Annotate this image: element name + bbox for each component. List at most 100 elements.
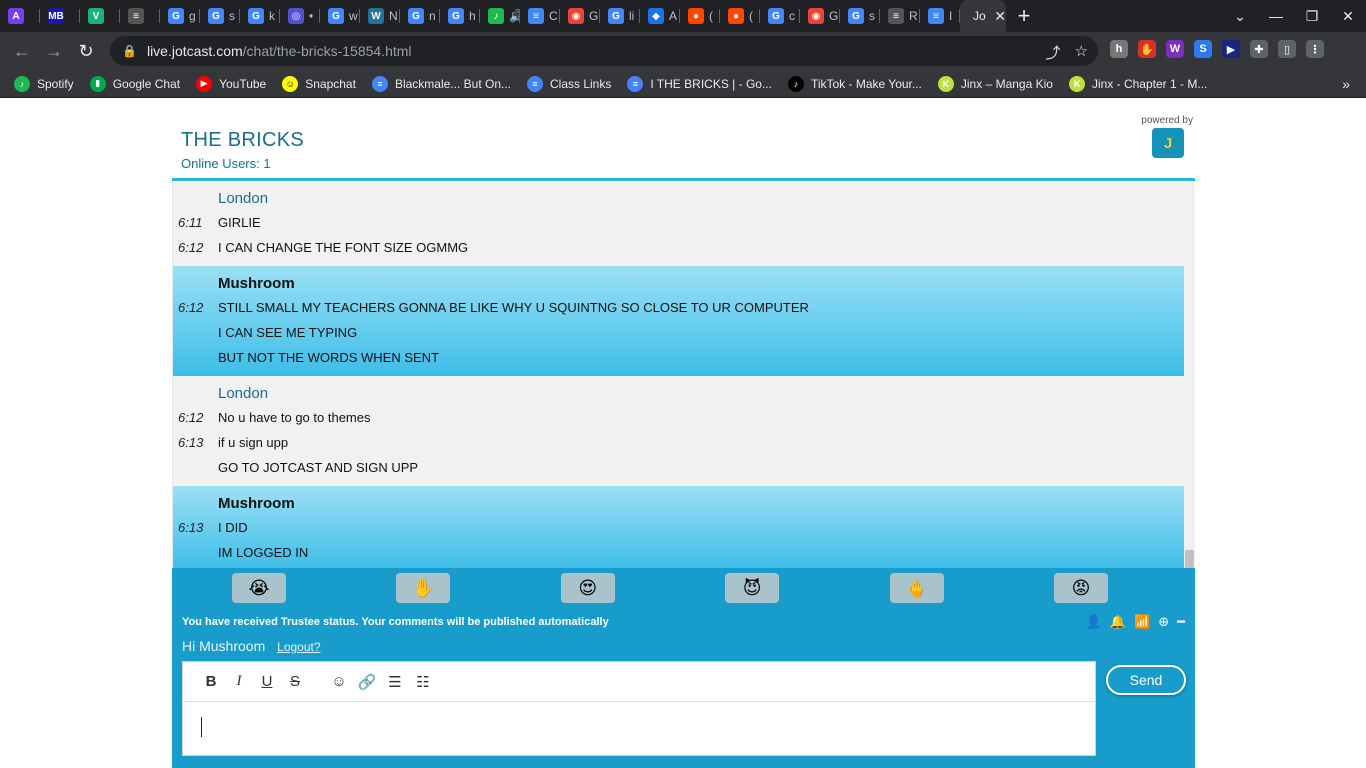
bookmarks-overflow-button[interactable]: » — [1342, 76, 1350, 92]
browser-tab[interactable]: Gs — [840, 0, 880, 32]
italic-button[interactable]: I — [225, 673, 253, 690]
extension-icon[interactable]: W — [1166, 40, 1184, 58]
browser-tab[interactable]: MB — [40, 0, 80, 32]
bookmark-item[interactable]: ▶ YouTube — [196, 75, 266, 92]
browser-tab[interactable]: ◉ G — [800, 0, 840, 32]
browser-tab[interactable]: ≡ R — [880, 0, 920, 32]
browser-tab[interactable]: Gc — [760, 0, 800, 32]
tab-favicon-icon: A — [8, 8, 24, 24]
browser-tab[interactable]: A — [0, 0, 40, 32]
browser-tab-strip: A MB V ≡ Gg Gs Gk ◎ • Gw W N Gn Gh ♪ 🔊 ≡ C ◉ G Gli ◆ A ●(●(Gc ◉ G… — [0, 0, 1366, 32]
bookmark-item[interactable]: K Jinx - Chapter 1 - M... — [1068, 75, 1207, 92]
extension-icon[interactable]: ▯ — [1278, 40, 1296, 58]
quick-emoji-button[interactable]: 😈 — [725, 573, 780, 603]
message-author[interactable]: London — [218, 188, 1185, 210]
message-text: I CAN SEE ME TYPING — [218, 325, 358, 340]
logout-link[interactable]: Logout? — [277, 640, 320, 654]
browser-tab[interactable]: Gw — [320, 0, 360, 32]
quick-emoji-row: 😭 ✋ 😍 😈 🖕 😡 — [172, 573, 1195, 603]
jotcast-logo[interactable]: J — [1152, 128, 1184, 158]
reload-button[interactable]: ↻ — [70, 41, 102, 62]
upload-icon[interactable]: ⊕ — [1158, 614, 1169, 630]
quick-emoji-button[interactable]: 😍 — [560, 573, 615, 603]
user-icon[interactable]: 👤 — [1086, 614, 1102, 630]
message-time: 6:13 — [178, 520, 204, 535]
close-window-button[interactable]: ✕ — [1330, 8, 1366, 25]
strikethrough-button[interactable]: S — [281, 673, 309, 690]
scrollbar-thumb[interactable] — [1185, 550, 1194, 568]
bullet-list-icon[interactable]: ☷ — [409, 673, 437, 691]
tab-favicon-icon: ◉ — [568, 8, 584, 24]
bookmark-favicon-icon: ♪ — [787, 75, 804, 92]
browser-tab[interactable]: Gg — [160, 0, 200, 32]
browser-tab[interactable]: ●( — [720, 0, 760, 32]
address-bar[interactable]: 🔒 live.jotcast.com/chat/the-bricks-15854… — [110, 36, 1098, 66]
quick-emoji-button[interactable]: 🖕 — [889, 573, 944, 603]
underline-button[interactable]: U — [253, 673, 281, 690]
bookmark-item[interactable]: ☺ Snapchat — [282, 75, 356, 92]
bookmark-item[interactable]: K Jinx – Manga Kio — [937, 75, 1053, 92]
link-icon[interactable]: 🔗 — [353, 673, 381, 691]
browser-tab[interactable]: Gn — [400, 0, 440, 32]
active-tab[interactable]: Jo ✕ — [960, 0, 1006, 32]
message-scrollbar[interactable] — [1184, 181, 1195, 568]
close-tab-icon[interactable]: ✕ — [994, 8, 1006, 25]
tab-search-icon[interactable]: ⌄ — [1222, 8, 1258, 25]
extension-icon[interactable]: ✋ — [1138, 40, 1156, 58]
bold-button[interactable]: B — [197, 673, 225, 690]
message-list[interactable]: London 6:11 GIRLIE 6:12 I CAN CHANGE THE FON… — [172, 181, 1195, 568]
bookmark-item[interactable]: ▮ Google Chat — [89, 75, 180, 92]
share-icon[interactable]: ⤴ — [1046, 42, 1061, 63]
tab-favicon-icon: ◎ — [288, 8, 304, 24]
message-author[interactable]: Mushroom — [218, 493, 1185, 515]
new-tab-button[interactable]: + — [1006, 3, 1042, 29]
quick-emoji-button[interactable]: 😡 — [1053, 573, 1108, 603]
browser-tab[interactable]: Gli — [600, 0, 640, 32]
extension-icon[interactable]: h — [1110, 40, 1128, 58]
quick-emoji-button[interactable]: ✋ — [396, 573, 451, 603]
back-button[interactable]: ← — [6, 41, 38, 62]
extension-icon[interactable]: ▶ — [1222, 40, 1240, 58]
message-line: BUT NOT THE WORDS WHEN SENT — [173, 345, 1185, 370]
minimize-button[interactable]: — — [1258, 8, 1294, 24]
browser-tab[interactable]: ≡ — [120, 0, 160, 32]
browser-tab[interactable]: ≡ C — [520, 0, 560, 32]
browser-tab[interactable]: ◉ G — [560, 0, 600, 32]
bookmark-item[interactable]: ≡ Blackmale... But On... — [371, 75, 511, 92]
message-editor[interactable]: B I U S ☺ 🔗 ☰ ☷ — [182, 661, 1096, 756]
quick-emoji-button[interactable]: 😭 — [232, 573, 286, 603]
bookmark-item[interactable]: ♪ Spotify — [14, 75, 74, 92]
extension-icon[interactable]: ⋮ — [1306, 40, 1324, 58]
signal-icon[interactable]: 📶 — [1134, 614, 1150, 630]
tab-favicon-icon: ≡ — [888, 8, 904, 24]
bookmark-star-icon[interactable]: ☆ — [1075, 42, 1088, 63]
bookmark-item[interactable]: ≡ Class Links — [527, 75, 611, 92]
lock-icon[interactable]: 🔒 — [122, 44, 137, 58]
bookmark-item[interactable]: ≡ I THE BRICKS | - Go... — [627, 75, 772, 92]
forward-button[interactable]: → — [38, 41, 70, 62]
ordered-list-icon[interactable]: ☰ — [381, 673, 409, 691]
browser-tab[interactable]: ●( — [680, 0, 720, 32]
restore-button[interactable]: ❐ — [1294, 8, 1330, 25]
browser-tab[interactable]: WN — [360, 0, 400, 32]
bell-icon[interactable]: 🔔 — [1110, 614, 1126, 630]
browser-tab[interactable]: Gk — [240, 0, 280, 32]
bookmark-favicon-icon: K — [1068, 75, 1085, 92]
extension-icon[interactable]: S — [1194, 40, 1212, 58]
send-button[interactable]: Send — [1106, 665, 1186, 695]
browser-tab[interactable]: ♪ 🔊 — [480, 0, 520, 32]
browser-tab[interactable]: Gh — [440, 0, 480, 32]
message-author[interactable]: London — [218, 383, 1185, 405]
message-author[interactable]: Mushroom — [218, 273, 1185, 295]
greeting-text: Hi Mushroom — [182, 638, 266, 654]
extension-icon[interactable]: ✚ — [1250, 40, 1268, 58]
browser-tab[interactable]: ≡ I — [920, 0, 960, 32]
browser-tab[interactable]: Gs — [200, 0, 240, 32]
message-input[interactable] — [183, 702, 1095, 755]
emoji-picker-icon[interactable]: ☺ — [325, 673, 353, 690]
browser-tab[interactable]: ◆ A — [640, 0, 680, 32]
bookmark-item[interactable]: ♪ TikTok - Make Your... — [787, 75, 922, 92]
minimize-icon[interactable]: ━ — [1177, 614, 1185, 630]
browser-tab[interactable]: V — [80, 0, 120, 32]
browser-tab[interactable]: ◎ • — [280, 0, 320, 32]
